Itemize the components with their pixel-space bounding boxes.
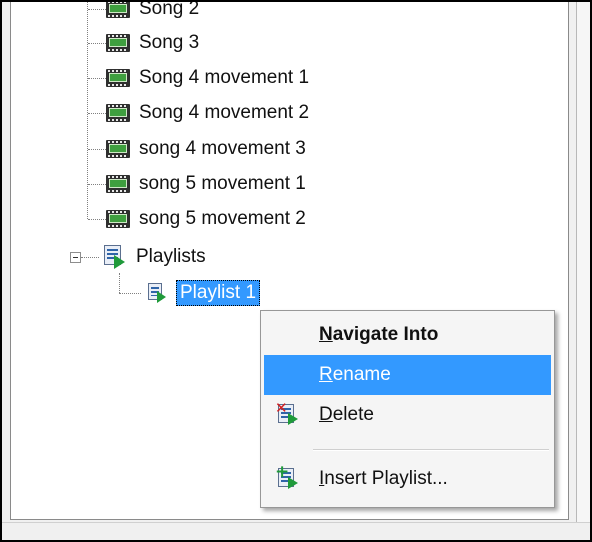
tree-item-label: song 5 movement 1 <box>139 173 306 194</box>
tree-item-label: song 5 movement 2 <box>139 208 306 229</box>
tree-connector-line <box>119 273 120 293</box>
video-file-icon <box>106 175 130 193</box>
tree-item-label: Song 3 <box>139 32 200 53</box>
context-menu: Navigate Into Rename ✕ Delete + Insert P… <box>260 310 555 508</box>
tree-item-playlists[interactable]: Playlists <box>103 242 206 272</box>
tree-connector-line <box>81 257 99 258</box>
mnemonic: R <box>319 364 333 385</box>
video-file-icon <box>106 34 130 52</box>
tree-connector-line <box>87 2 88 219</box>
tree-connector-line <box>119 293 141 294</box>
tree-item-label: Song 4 movement 2 <box>139 102 310 123</box>
menu-item-label: Rename <box>319 364 391 386</box>
delete-playlist-icon: ✕ <box>275 401 301 427</box>
right-panel-edge <box>576 2 590 522</box>
application-window: Song 2 Song 3 Song 4 movement 1 Song 4 m… <box>0 0 592 542</box>
tree-item-song[interactable]: song 4 movement 3 <box>106 134 306 164</box>
tree-item-song[interactable]: Song 4 movement 2 <box>106 98 309 128</box>
video-file-icon <box>106 104 130 122</box>
playlist-icon <box>147 283 167 303</box>
tree-item-song[interactable]: song 5 movement 2 <box>106 204 306 234</box>
tree-connector-line <box>88 43 106 44</box>
mnemonic: D <box>319 404 333 425</box>
tree-item-playlist-1[interactable]: Playlist 1 <box>147 278 261 308</box>
menu-item-label-rest: avigate Into <box>332 324 439 345</box>
tree-item-song[interactable]: Song 2 <box>106 0 200 24</box>
insert-playlist-icon: + <box>275 464 301 491</box>
menu-item-label-rest: nsert Playlist... <box>324 468 448 489</box>
tree-item-song[interactable]: Song 3 <box>106 28 199 58</box>
menu-item-insert-playlist[interactable]: + Insert Playlist... <box>264 459 551 499</box>
tree-item-label: Playlists <box>136 246 206 267</box>
tree-item-label: Song 2 <box>139 0 200 19</box>
tree-connector-line <box>88 184 106 185</box>
menu-item-label: Insert Playlist... <box>319 468 448 490</box>
menu-item-delete[interactable]: ✕ Delete <box>264 395 551 435</box>
tree-connector-line <box>88 113 106 114</box>
menu-item-label: Delete <box>319 404 374 426</box>
tree-item-label: Song 4 movement 1 <box>139 67 310 88</box>
tree-connector-line <box>88 149 106 150</box>
menu-item-label-rest: ename <box>332 364 391 385</box>
tree-item-label-selected: Playlist 1 <box>176 280 261 306</box>
tree-item-song[interactable]: song 5 movement 1 <box>106 169 306 199</box>
video-file-icon <box>106 69 130 87</box>
video-file-icon <box>106 2 130 18</box>
playlist-folder-icon <box>103 245 127 269</box>
status-bar <box>2 522 590 540</box>
menu-item-navigate-into[interactable]: Navigate Into <box>264 315 551 355</box>
collapse-toggle-icon[interactable] <box>70 252 81 263</box>
video-file-icon <box>106 210 130 228</box>
tree-item-label: song 4 movement 3 <box>139 138 306 159</box>
menu-item-rename[interactable]: Rename <box>264 355 551 395</box>
tree-connector-line <box>88 219 106 220</box>
tree-connector-line <box>88 9 106 10</box>
mnemonic: N <box>319 324 333 345</box>
menu-separator <box>313 449 549 451</box>
video-file-icon <box>106 140 130 158</box>
tree-connector-line <box>88 78 106 79</box>
tree-item-song[interactable]: Song 4 movement 1 <box>106 63 309 93</box>
menu-item-label: Navigate Into <box>319 324 438 346</box>
menu-item-label-rest: elete <box>332 404 374 425</box>
